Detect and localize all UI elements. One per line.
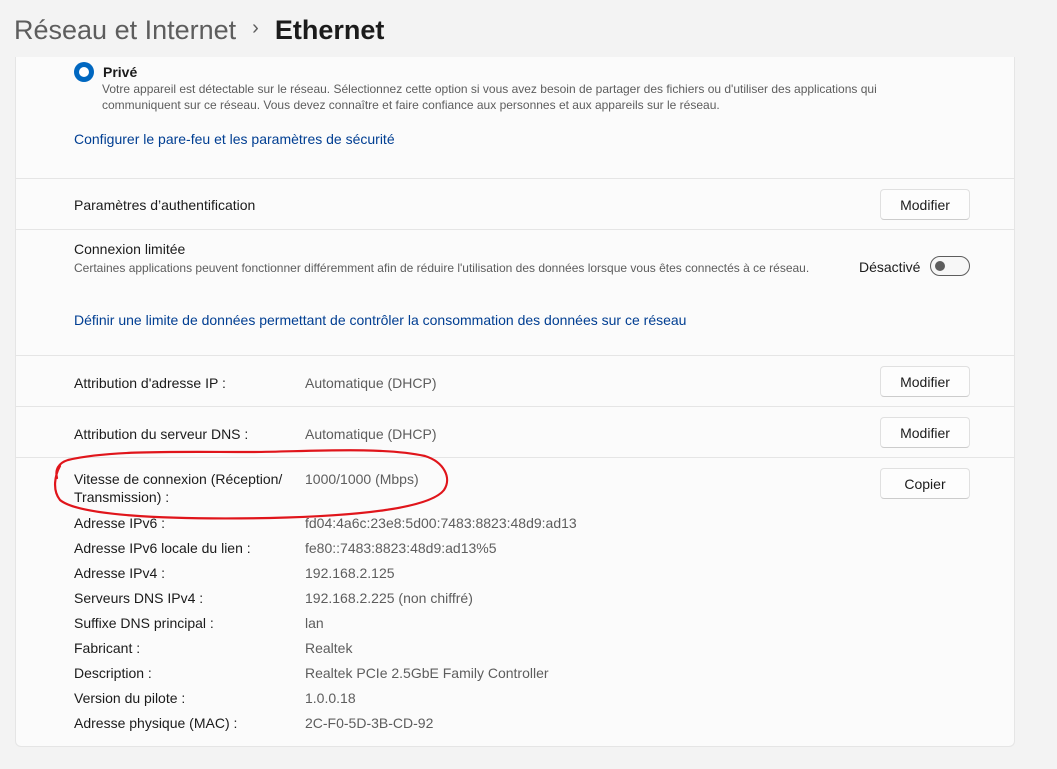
- prop-value-mac: 2C-F0-5D-3B-CD-92: [305, 715, 434, 731]
- radio-private[interactable]: Privé: [74, 62, 137, 82]
- page-title: Ethernet: [274, 14, 385, 45]
- prop-label-description: Description :: [74, 665, 152, 681]
- prop-value-ipv4: 192.168.2.125: [305, 565, 395, 581]
- prop-value-manufacturer: Realtek: [305, 640, 353, 656]
- prop-value-ipv6-link-local: fe80::7483:8823:48d9:ad13%5: [305, 540, 497, 556]
- dns-assignment-row: Attribution du serveur DNS : Automatique…: [16, 406, 1014, 458]
- dns-assignment-value: Automatique (DHCP): [305, 426, 437, 442]
- ip-assignment-row: Attribution d'adresse IP : Automatique (…: [16, 355, 1014, 407]
- radio-private-description: Votre appareil est détectable sur le rés…: [102, 82, 877, 112]
- radio-selected-icon[interactable]: [74, 62, 94, 82]
- prop-value-dns-suffix: lan: [305, 615, 324, 631]
- breadcrumb-parent[interactable]: Réseau et Internet: [14, 15, 236, 46]
- prop-value-description: Realtek PCIe 2.5GbE Family Controller: [305, 665, 549, 681]
- auth-settings-edit-button[interactable]: Modifier: [880, 189, 970, 220]
- metered-connection-row: Connexion limitée Certaines applications…: [16, 229, 1014, 356]
- prop-label-ipv4: Adresse IPv4 :: [74, 565, 166, 581]
- prop-label-mac: Adresse physique (MAC) :: [74, 715, 238, 731]
- dns-assignment-edit-button[interactable]: Modifier: [880, 417, 970, 448]
- prop-label-ipv6: Adresse IPv6 :: [74, 515, 166, 531]
- prop-label-driver-version: Version du pilote :: [74, 690, 186, 706]
- metered-connection-title: Connexion limitée: [74, 241, 186, 257]
- prop-value-driver-version: 1.0.0.18: [305, 690, 356, 706]
- dns-assignment-label: Attribution du serveur DNS :: [74, 426, 249, 442]
- breadcrumb: Réseau et Internet › Ethernet: [14, 10, 384, 50]
- prop-value-ipv6: fd04:4a6c:23e8:5d00:7483:8823:48d9:ad13: [305, 515, 577, 531]
- radio-private-label: Privé: [103, 64, 138, 80]
- prop-value-ipv4-dns: 192.168.2.225 (non chiffré): [305, 590, 473, 606]
- prop-label-manufacturer: Fabricant :: [74, 640, 141, 656]
- metered-toggle-label: Désactivé: [859, 259, 921, 275]
- properties-section: Copier Vitesse de connexion (Réception/ …: [16, 457, 1014, 746]
- toggle-knob-icon: [935, 261, 945, 271]
- chevron-right-icon: ›: [252, 16, 259, 39]
- ip-assignment-value: Automatique (DHCP): [305, 375, 437, 391]
- auth-settings-row: Paramètres d’authentification Modifier: [16, 178, 1014, 230]
- ip-assignment-edit-button[interactable]: Modifier: [880, 366, 970, 397]
- prop-label-link-speed: Vitesse de connexion (Réception/ Transmi…: [74, 471, 283, 505]
- metered-connection-description: Certaines applications peuvent fonctionn…: [74, 261, 810, 275]
- prop-label-ipv4-dns: Serveurs DNS IPv4 :: [74, 590, 204, 606]
- ip-assignment-label: Attribution d'adresse IP :: [74, 375, 226, 391]
- data-limit-link[interactable]: Définir une limite de données permettant…: [74, 312, 686, 328]
- firewall-settings-link[interactable]: Configurer le pare-feu et les paramètres…: [74, 131, 395, 147]
- metered-toggle[interactable]: [930, 256, 970, 276]
- auth-settings-label: Paramètres d’authentification: [74, 197, 256, 213]
- prop-label-dns-suffix: Suffixe DNS principal :: [74, 615, 214, 631]
- ethernet-settings-panel: Privé Votre appareil est détectable sur …: [15, 57, 1015, 747]
- prop-label-ipv6-link-local: Adresse IPv6 locale du lien :: [74, 540, 251, 556]
- prop-value-link-speed: 1000/1000 (Mbps): [305, 471, 419, 487]
- copy-properties-button[interactable]: Copier: [880, 468, 970, 499]
